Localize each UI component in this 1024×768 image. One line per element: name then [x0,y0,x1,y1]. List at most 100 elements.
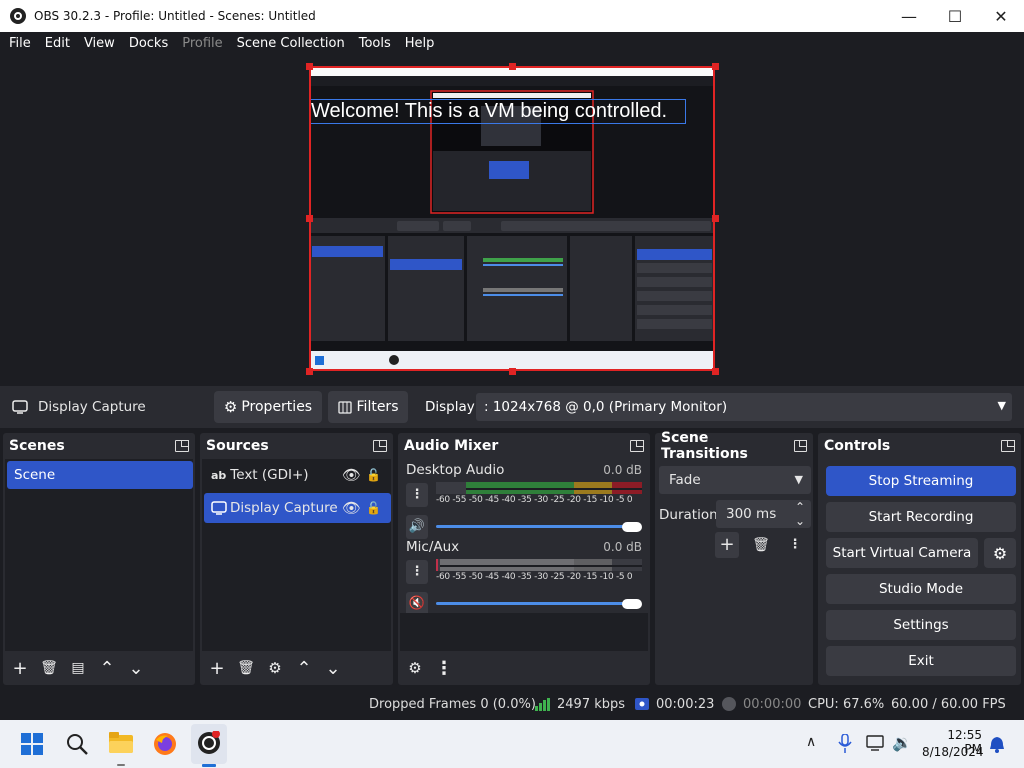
scene-filters-button[interactable]: ▤ [65,655,91,681]
add-transition-button[interactable]: + [715,532,739,558]
transition-menu-button[interactable]: ⋮ [783,532,807,558]
resize-handle[interactable] [509,368,516,375]
preview-overlay-text[interactable]: Welcome! This is a VM being controlled. [309,99,686,124]
float-dock-icon[interactable] [175,440,189,452]
add-source-button[interactable]: + [204,655,230,681]
title-bar: OBS 30.2.3 - Profile: Untitled - Scenes:… [0,0,1024,32]
settings-button[interactable]: Settings [826,610,1016,640]
properties-label: Properties [241,399,313,415]
resize-handle[interactable] [306,368,313,375]
meter-scale: -60 -55 -50 -45 -40 -35 -30 -25 -20 -15 … [436,572,633,582]
maximize-button[interactable]: ☐ [932,0,978,32]
speaker-icon[interactable]: 🔊 [406,515,428,539]
resize-handle[interactable] [712,63,719,70]
monitor-icon [211,501,227,515]
stop-streaming-button[interactable]: Stop Streaming [826,466,1016,496]
sources-dock: Sources ab Text (GDI+) 👁 🔓 Display Captu… [200,433,393,685]
volume-icon[interactable]: 🔉 [892,733,912,752]
remove-transition-button[interactable]: 🗑 [749,532,773,558]
menu-profile[interactable]: Profile [175,32,229,56]
volume-slider-knob[interactable] [622,522,642,532]
scenes-toolbar: + 🗑 ▤ ⌃ ⌄ [3,651,195,685]
file-explorer-icon[interactable] [109,732,133,754]
obs-app-icon[interactable] [197,731,221,755]
sources-header: Sources [200,433,393,459]
start-recording-button[interactable]: Start Recording [826,502,1016,532]
move-scene-down-button[interactable]: ⌄ [123,655,149,681]
controls-header: Controls [818,433,1021,459]
remove-scene-button[interactable]: 🗑 [36,655,62,681]
remove-source-button[interactable]: 🗑 [233,655,259,681]
search-icon[interactable] [66,733,88,755]
float-dock-icon[interactable] [1001,440,1015,452]
volume-slider[interactable] [436,525,634,528]
source-item[interactable]: ab Text (GDI+) 👁 🔓 [204,461,391,489]
float-dock-icon[interactable] [630,440,644,452]
menu-scene-collection[interactable]: Scene Collection [230,32,352,56]
volume-meter [436,482,642,494]
float-dock-icon[interactable] [373,440,387,452]
transition-value: Fade [669,472,701,488]
move-scene-up-button[interactable]: ⌃ [94,655,120,681]
sources-title: Sources [206,438,269,454]
source-item[interactable]: Display Capture 👁 🔓 [204,493,391,523]
text-icon: ab [211,468,227,482]
current-source-label: Display Capture [38,399,146,415]
scenes-list: Scene [5,459,193,651]
stream-time: 00:00:23 [656,696,715,712]
display-select[interactable]: : 1024x768 @ 0,0 (Primary Monitor) ▼ [476,393,1012,421]
virtual-camera-settings-gear-icon[interactable]: ⚙ [984,538,1016,568]
show-hidden-icons-chevron-up-icon[interactable]: ∧ [806,734,816,750]
network-icon[interactable] [866,735,886,753]
visibility-eye-icon[interactable]: 👁 [342,466,361,484]
menu-help[interactable]: Help [398,32,442,56]
microphone-icon[interactable] [838,734,852,754]
active-indicator [202,764,216,767]
scene-item[interactable]: Scene [7,461,193,489]
move-source-up-button[interactable]: ⌃ [291,655,317,681]
menu-tools[interactable]: Tools [352,32,398,56]
mixer-menu-button[interactable]: ⋮ [431,655,457,681]
transition-select[interactable]: Fade ▼ [659,466,811,494]
chevron-down-icon[interactable]: ⌄ [795,507,805,535]
advanced-audio-gear-icon[interactable]: ⚙ [402,655,428,681]
start-virtual-camera-button[interactable]: Start Virtual Camera [826,538,978,568]
windows-start-icon[interactable] [21,733,43,755]
resize-handle[interactable] [712,368,719,375]
studio-mode-button[interactable]: Studio Mode [826,574,1016,604]
float-dock-icon[interactable] [793,440,808,452]
exit-button[interactable]: Exit [826,646,1016,676]
properties-button[interactable]: ⚙ Properties [214,391,322,423]
channel-menu-button[interactable]: ⋮ [406,560,428,584]
duration-spinbox[interactable]: 300 ms ⌃ ⌄ [716,500,811,528]
resize-handle[interactable] [306,215,313,222]
source-properties-button[interactable]: ⚙ [262,655,288,681]
menu-docks[interactable]: Docks [122,32,175,56]
mixer-empty-area [400,613,648,651]
volume-slider-knob[interactable] [622,599,642,609]
close-button[interactable]: ✕ [978,0,1024,32]
scenes-header: Scenes [3,433,195,459]
resize-handle[interactable] [509,63,516,70]
notification-bell-icon[interactable] [989,736,1005,753]
menu-edit[interactable]: Edit [38,32,77,56]
channel-menu-button[interactable]: ⋮ [406,483,428,507]
audio-mixer-title: Audio Mixer [404,438,499,454]
window-title: OBS 30.2.3 - Profile: Untitled - Scenes:… [34,9,316,23]
menu-view[interactable]: View [77,32,122,56]
resize-handle[interactable] [712,215,719,222]
volume-slider[interactable] [436,602,634,605]
lock-icon[interactable]: 🔓 [366,501,381,515]
filters-button[interactable]: Filters [328,391,408,423]
minimize-button[interactable]: — [886,0,932,32]
filter-icon [337,400,352,414]
visibility-eye-icon[interactable]: 👁 [342,499,361,517]
clock-date[interactable]: 8/18/2024 [922,745,984,759]
menu-file[interactable]: File [2,32,38,56]
source-item-label: Text (GDI+) [230,467,309,483]
add-scene-button[interactable]: + [7,655,33,681]
lock-icon[interactable]: 🔓 [366,468,381,482]
move-source-down-button[interactable]: ⌄ [320,655,346,681]
resize-handle[interactable] [306,63,313,70]
firefox-icon[interactable] [153,732,177,756]
